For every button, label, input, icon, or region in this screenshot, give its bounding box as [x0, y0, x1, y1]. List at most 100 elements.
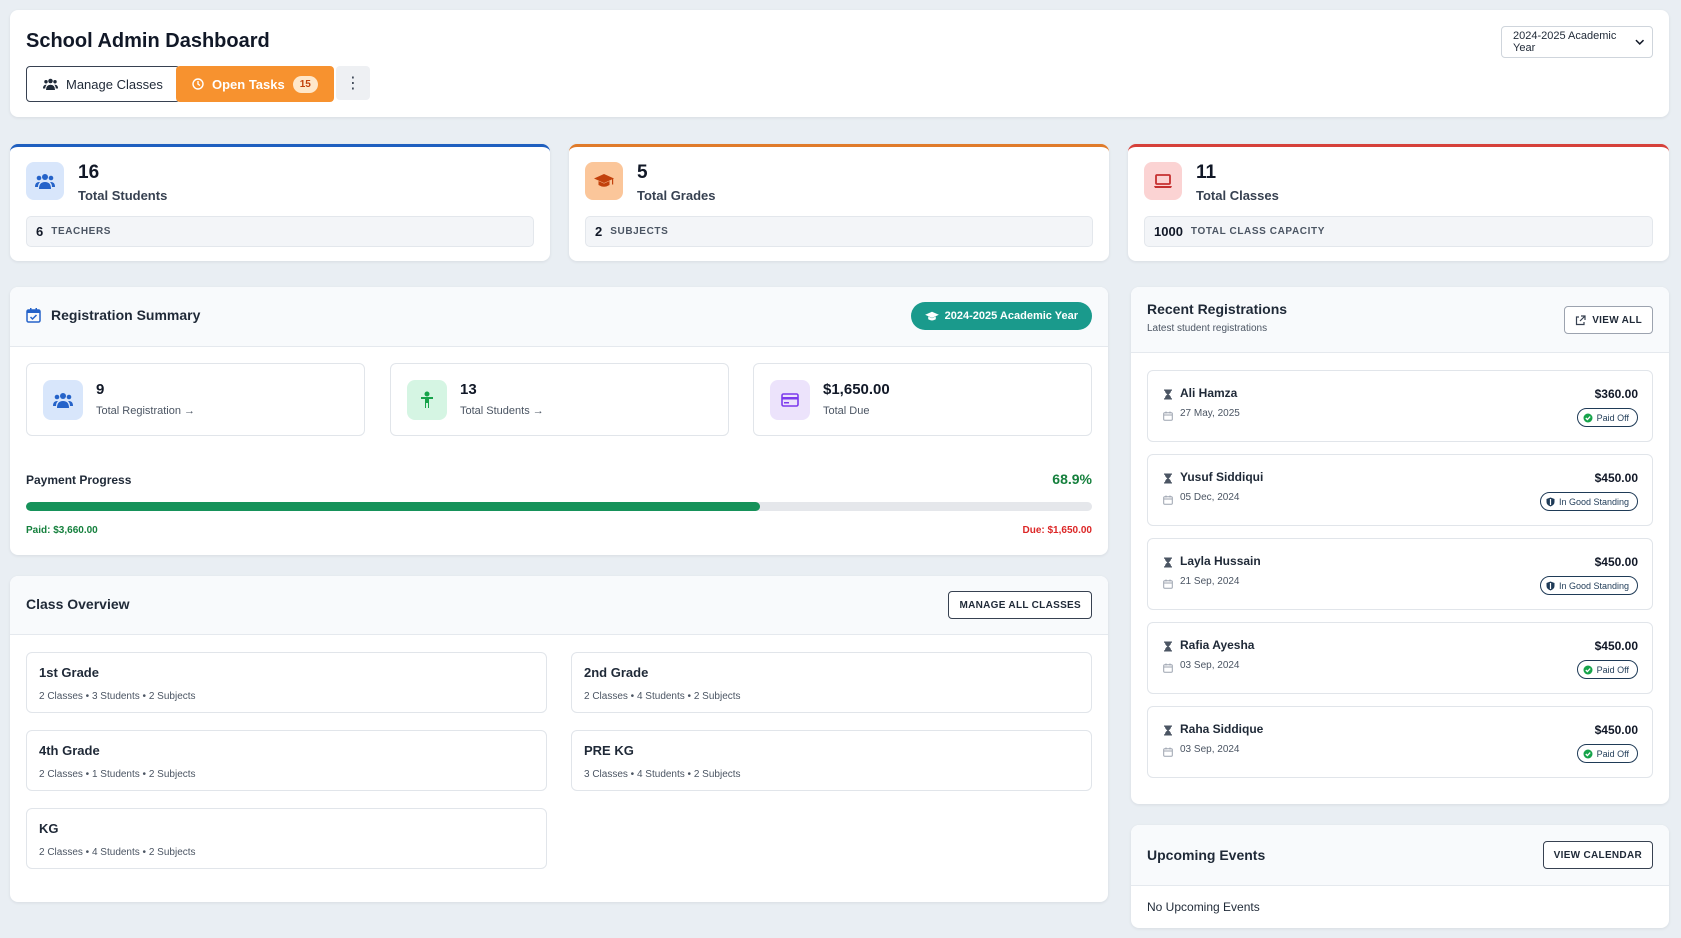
grade-card[interactable]: 4th Grade 2 Classes • 1 Students • 2 Sub… — [26, 730, 547, 791]
calendar-icon — [1163, 576, 1173, 594]
registration-summary-panel: Registration Summary 2024-2025 Academic … — [10, 287, 1108, 555]
registration-date: 03 Sep, 2024 — [1180, 660, 1240, 671]
stat-card-classes: 11 Total Classes 1000 TOTAL CLASS CAPACI… — [1128, 144, 1669, 261]
total-registration-label: Total Registration — [96, 405, 181, 417]
status-label: In Good Standing — [1558, 580, 1629, 591]
registration-list-item[interactable]: Yusuf Siddiqui 05 Dec, 2024 $450.00 In Good… — [1147, 454, 1653, 526]
grade-card[interactable]: 2nd Grade 2 Classes • 4 Students • 2 Sub… — [571, 652, 1092, 713]
external-link-icon — [1576, 314, 1586, 325]
registration-date: 05 Dec, 2024 — [1180, 492, 1240, 503]
grade-name: KG — [39, 821, 59, 836]
clock-icon — [192, 78, 204, 90]
class-overview-title: Class Overview — [26, 596, 130, 612]
hourglass-icon — [1163, 555, 1173, 573]
registration-list-item[interactable]: Raha Siddique 03 Sep, 2024 $450.00 Paid Off — [1147, 706, 1653, 778]
total-grades-label: Total Grades — [637, 188, 716, 203]
chevron-down-icon — [1634, 39, 1644, 45]
grade-card[interactable]: 1st Grade 2 Classes • 3 Students • 2 Sub… — [26, 652, 547, 713]
graduation-cap-icon — [585, 162, 623, 200]
total-registration-card[interactable]: 9 Total Registration → — [26, 363, 365, 436]
graduation-cap-icon — [924, 311, 939, 320]
registration-amount: $450.00 — [1594, 471, 1638, 485]
calendar-icon — [1163, 660, 1173, 678]
status-badge: In Good Standing — [1539, 492, 1638, 511]
registration-list-item[interactable]: Layla Hussain 21 Sep, 2024 $450.00 In Good … — [1147, 538, 1653, 610]
total-due-value: $1,650.00 — [823, 381, 890, 398]
registration-date: 03 Sep, 2024 — [1180, 744, 1240, 755]
more-options-button[interactable]: ⋮ — [336, 66, 370, 100]
calendar-icon — [1163, 408, 1173, 426]
grade-card[interactable]: KG 2 Classes • 4 Students • 2 Subjects — [26, 808, 547, 869]
registration-amount: $360.00 — [1594, 387, 1638, 401]
hourglass-icon — [1163, 639, 1173, 657]
due-amount: Due: $1,650.00 — [1022, 525, 1093, 536]
student-name: Ali Hamza — [1180, 386, 1238, 400]
vertical-dots-icon: ⋮ — [345, 75, 361, 92]
status-label: Paid Off — [1596, 412, 1629, 423]
total-students-label: Total Students — [78, 188, 168, 203]
total-registration-value: 9 — [96, 381, 105, 398]
no-events-text: No Upcoming Events — [1147, 900, 1260, 914]
summary-total-students-value: 13 — [460, 381, 477, 398]
registration-list-item[interactable]: Ali Hamza 27 May, 2025 $360.00 Paid Off — [1147, 370, 1653, 442]
grade-meta: 2 Classes • 1 Students • 2 Subjects — [39, 769, 196, 780]
payment-progress-percent: 68.9% — [1052, 471, 1092, 487]
total-grades-value: 5 — [637, 162, 648, 183]
payment-progress-label: Payment Progress — [26, 473, 132, 487]
class-capacity-label: TOTAL CLASS CAPACITY — [1190, 226, 1325, 237]
stat-card-grades: 5 Total Grades 2 SUBJECTS — [569, 144, 1109, 261]
hourglass-icon — [1163, 387, 1173, 405]
arrow-right-icon: → — [532, 405, 544, 417]
total-students-card[interactable]: 13 Total Students → — [390, 363, 729, 436]
class-overview-panel: Class Overview MANAGE ALL CLASSES 1st Gr… — [10, 576, 1108, 902]
payment-progress-bar — [26, 502, 1092, 511]
upcoming-events-title: Upcoming Events — [1147, 847, 1266, 863]
grade-card[interactable]: PRE KG 3 Classes • 4 Students • 2 Subjec… — [571, 730, 1092, 791]
manage-classes-button[interactable]: Manage Classes — [26, 66, 180, 102]
shield-icon — [1546, 581, 1555, 591]
subjects-summary: 2 SUBJECTS — [585, 216, 1093, 247]
academic-year-select[interactable]: 2024-2025 Academic Year — [1501, 26, 1653, 58]
class-capacity-value: 1000 — [1154, 224, 1183, 239]
subjects-label: SUBJECTS — [610, 226, 669, 237]
academic-year-badge-label: 2024-2025 Academic Year — [944, 310, 1078, 322]
manage-all-classes-button[interactable]: MANAGE ALL CLASSES — [948, 591, 1092, 619]
credit-card-icon — [770, 380, 810, 420]
open-tasks-button[interactable]: Open Tasks 15 — [176, 66, 334, 102]
users-icon — [43, 78, 58, 90]
upcoming-events-panel: Upcoming Events VIEW CALENDAR No Upcomin… — [1131, 825, 1669, 928]
check-circle-icon — [1583, 413, 1593, 423]
total-students-value: 16 — [78, 162, 100, 183]
grade-name: 1st Grade — [39, 665, 99, 680]
payment-progress-fill — [26, 502, 761, 511]
teachers-summary: 6 TEACHERS — [26, 216, 534, 247]
arrow-right-icon: → — [184, 405, 195, 417]
view-all-button[interactable]: VIEW ALL — [1564, 306, 1653, 334]
academic-year-value: 2024-2025 Academic Year — [1513, 30, 1617, 54]
upcoming-events-header: Upcoming Events VIEW CALENDAR — [1131, 825, 1669, 886]
total-registration-link[interactable]: Total Registration → — [96, 405, 195, 417]
check-circle-icon — [1583, 665, 1593, 675]
status-badge: Paid Off — [1576, 744, 1638, 763]
open-tasks-label: Open Tasks — [212, 76, 285, 92]
page-title: School Admin Dashboard — [26, 30, 270, 52]
view-calendar-button[interactable]: VIEW CALENDAR — [1542, 841, 1653, 869]
registration-amount: $450.00 — [1594, 639, 1638, 653]
laptop-icon — [1144, 162, 1182, 200]
open-tasks-count-badge: 15 — [292, 75, 318, 93]
manage-classes-label: Manage Classes — [66, 76, 163, 92]
total-due-card: $1,650.00 Total Due — [753, 363, 1092, 436]
registration-amount: $450.00 — [1594, 723, 1638, 737]
summary-total-students-link[interactable]: Total Students → — [460, 405, 544, 417]
paid-amount: Paid: $3,660.00 — [26, 525, 98, 536]
grade-name: PRE KG — [584, 743, 634, 758]
status-badge: Paid Off — [1576, 408, 1638, 427]
calendar-icon — [1163, 744, 1173, 762]
hourglass-icon — [1163, 471, 1173, 489]
recent-registrations-panel: Recent Registrations Latest student regi… — [1131, 287, 1669, 804]
class-overview-header: Class Overview MANAGE ALL CLASSES — [10, 576, 1108, 635]
subjects-count: 2 — [595, 224, 603, 239]
grade-name: 4th Grade — [39, 743, 100, 758]
registration-list-item[interactable]: Rafia Ayesha 03 Sep, 2024 $450.00 Paid Off — [1147, 622, 1653, 694]
dashboard-header: School Admin Dashboard Manage Classes Op… — [10, 10, 1669, 117]
